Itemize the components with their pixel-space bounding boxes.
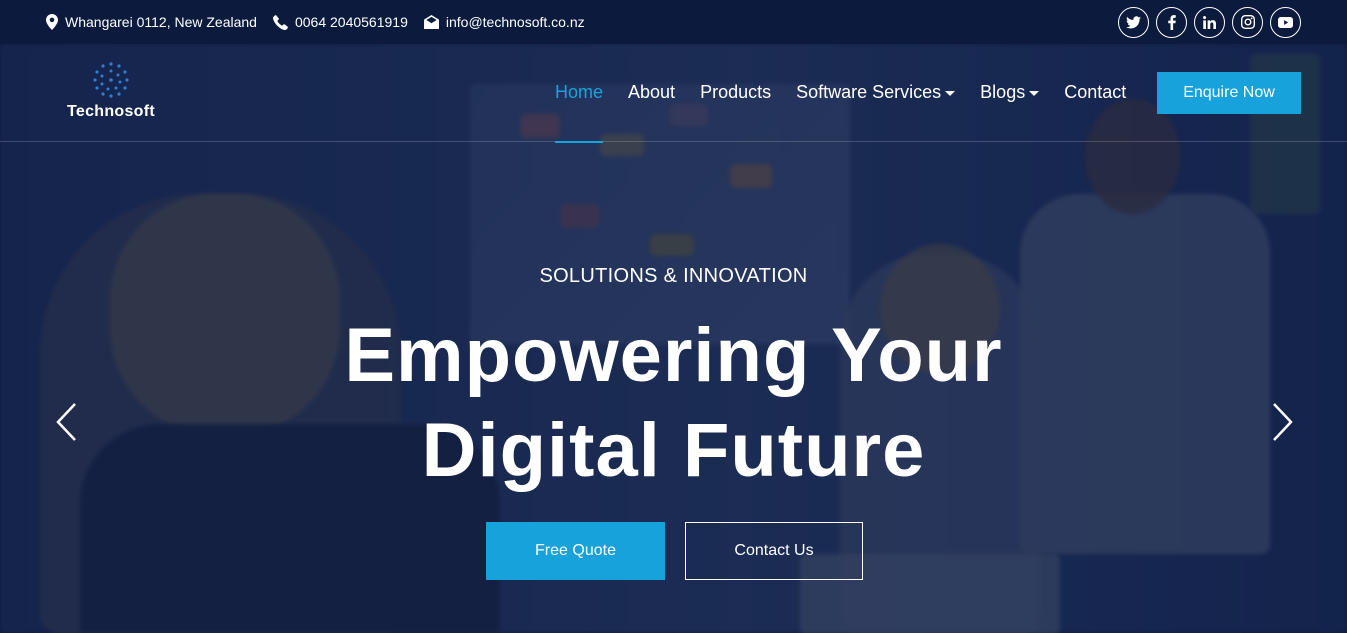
free-quote-button[interactable]: Free Quote	[486, 522, 665, 580]
phone-info[interactable]: 0064 2040561919	[272, 14, 408, 30]
address-info: Whangarei 0112, New Zealand	[46, 14, 257, 30]
linkedin-icon[interactable]	[1194, 6, 1225, 38]
brand-logo[interactable]: Technosoft	[64, 60, 158, 121]
top-info-bar: Whangarei 0112, New Zealand 0064 2040561…	[0, 0, 1347, 44]
envelope-open-icon	[423, 15, 439, 29]
nav-home[interactable]: Home	[555, 82, 604, 143]
hero-headline-line-1: Empowering Your	[344, 313, 1003, 398]
carousel-prev-arrow-icon[interactable]	[53, 400, 81, 444]
hero-kicker: SOLUTIONS & INNOVATION	[539, 265, 808, 287]
main-navbar: Technosoft Home About Products Software …	[0, 44, 1347, 143]
nav-software-services-label: Software Services	[796, 82, 942, 102]
social-links	[1118, 6, 1301, 38]
nav-about[interactable]: About	[628, 82, 675, 103]
youtube-icon[interactable]	[1270, 6, 1301, 38]
logo-dots-icon	[93, 62, 129, 98]
nav-contact[interactable]: Contact	[1064, 82, 1126, 103]
hero-headline-line-2: Digital Future	[421, 408, 926, 493]
facebook-icon[interactable]	[1156, 6, 1187, 38]
contact-us-button[interactable]: Contact Us	[685, 522, 863, 580]
carousel-next-arrow-icon[interactable]	[1268, 400, 1296, 444]
primary-nav: Home About Products Software Services Bl…	[555, 82, 1151, 143]
address-text: Whangarei 0112, New Zealand	[65, 14, 257, 30]
twitter-icon[interactable]	[1118, 6, 1149, 38]
caret-down-icon	[945, 90, 956, 96]
nav-software-services[interactable]: Software Services	[796, 82, 956, 103]
instagram-icon[interactable]	[1232, 6, 1263, 38]
phone-text[interactable]: 0064 2040561919	[295, 14, 408, 30]
nav-products[interactable]: Products	[700, 82, 771, 103]
email-text[interactable]: info@technosoft.co.nz	[446, 14, 585, 30]
brand-name: Technosoft	[66, 103, 156, 120]
location-pin-icon	[46, 14, 58, 30]
nav-blogs[interactable]: Blogs	[980, 82, 1040, 103]
enquire-now-button[interactable]: Enquire Now	[1157, 72, 1301, 114]
hero-headline: Empowering Your Digital Future	[0, 308, 1347, 498]
caret-down-icon	[1029, 90, 1040, 96]
phone-icon	[272, 14, 288, 30]
email-info[interactable]: info@technosoft.co.nz	[423, 14, 585, 30]
hero-banner: Technosoft Home About Products Software …	[0, 44, 1347, 633]
nav-blogs-label: Blogs	[980, 82, 1026, 102]
